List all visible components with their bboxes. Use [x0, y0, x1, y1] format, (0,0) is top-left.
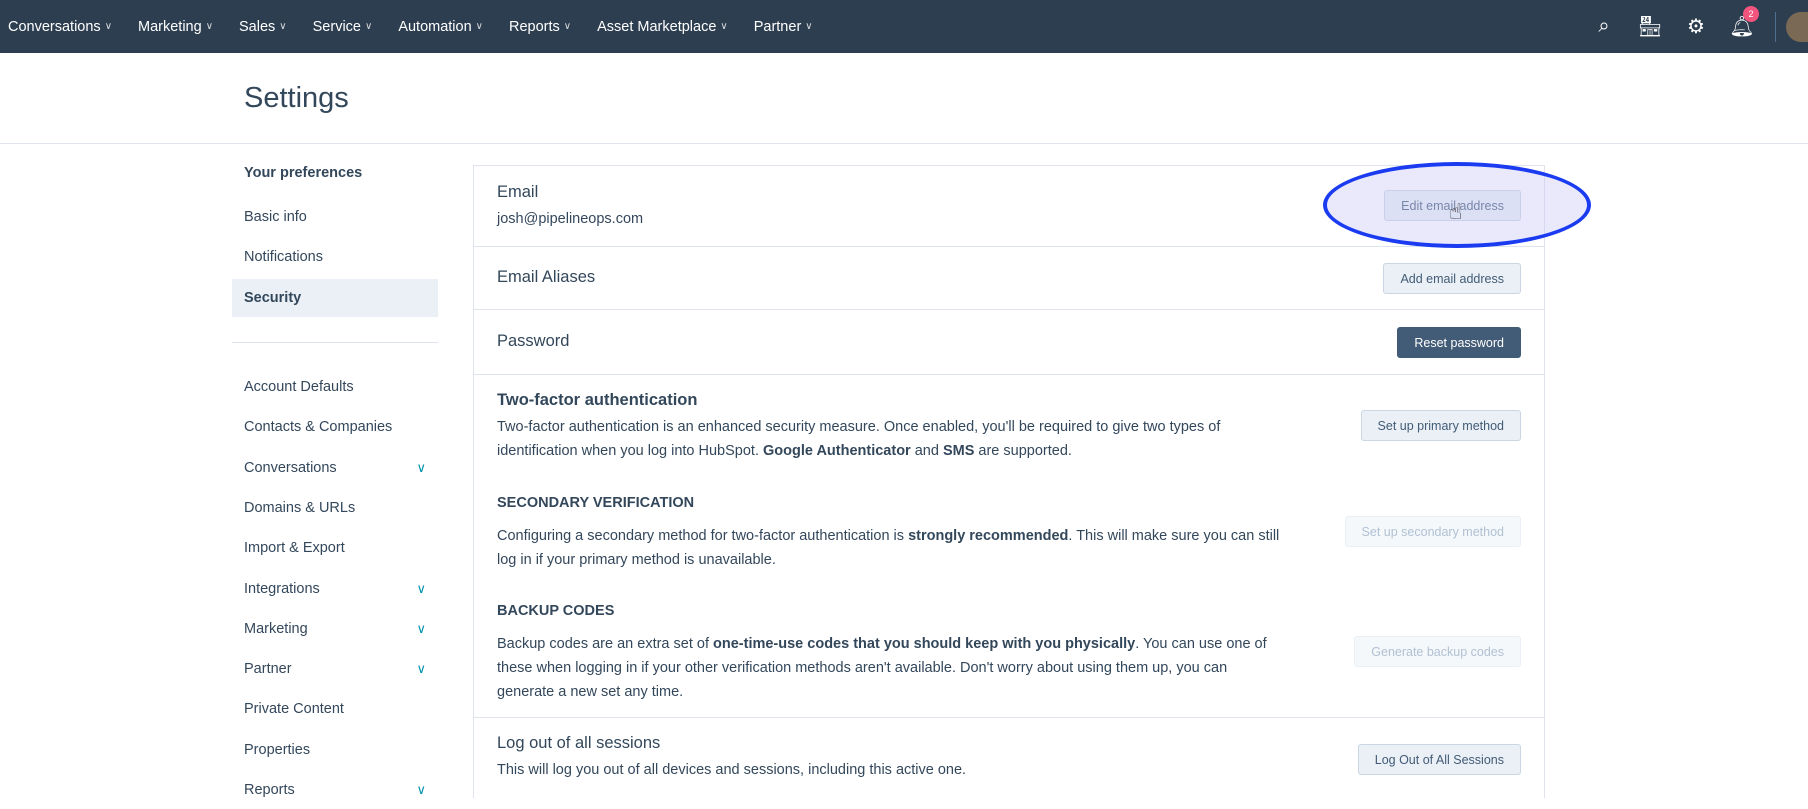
nav-item-asset-marketplace[interactable]: Asset Marketplace ∨ — [597, 19, 728, 35]
search-icon[interactable]: ⌕ — [1581, 15, 1627, 38]
nav-label: Reports — [509, 18, 560, 35]
divider — [1775, 11, 1776, 42]
sidebar-item-notifications[interactable]: Notifications — [232, 238, 438, 276]
logout-title: Log out of all sessions — [497, 734, 661, 752]
twofa-desc: Two-factor authentication is an enhanced… — [497, 419, 1221, 459]
nav-label: Conversations — [8, 18, 101, 35]
gear-icon[interactable]: ⚙ — [1673, 14, 1719, 39]
chevron-down-icon: ∨ — [475, 21, 483, 32]
email-value: josh@pipelineops.com — [497, 211, 644, 227]
password-row: Password Reset password — [474, 310, 1544, 375]
chevron-down-icon: ∨ — [563, 21, 572, 32]
logout-desc: This will log you out of all devices and… — [497, 762, 967, 778]
chevron-down-icon: ∨ — [205, 21, 214, 32]
sidebar-item-basic-info[interactable]: Basic info — [232, 198, 438, 236]
chevron-down-icon[interactable]: ∨ — [416, 661, 426, 677]
email-title: Email — [497, 183, 539, 201]
avatar[interactable] — [1786, 11, 1808, 42]
sidebar-item-label: Contacts & Companies — [244, 419, 393, 436]
backup-desc: Backup codes are an extra set of one-tim… — [497, 636, 1267, 700]
chevron-down-icon: ∨ — [805, 21, 813, 32]
sidebar-item-partner[interactable]: Partner ∨ — [232, 650, 438, 688]
nav-label: Asset Marketplace — [597, 18, 717, 35]
sidebar-item-contacts-companies[interactable]: Contacts & Companies — [232, 408, 438, 446]
logout-all-button[interactable]: Log Out of All Sessions — [1357, 744, 1521, 775]
sidebar-item-marketing[interactable]: Marketing ∨ — [232, 610, 438, 648]
sidebar-item-security[interactable]: Security — [232, 279, 438, 317]
nav-label: Automation — [398, 18, 472, 35]
sidebar-item-label: Account Defaults — [244, 379, 354, 395]
sidebar-item-label: Domains & URLs — [244, 499, 356, 516]
nav-item-conversations[interactable]: Conversations ∨ — [8, 19, 112, 35]
sidebar-item-import-export[interactable]: Import & Export — [232, 529, 438, 567]
page-title: Settings — [244, 82, 349, 114]
sidebar-item-reports[interactable]: Reports ∨ — [232, 771, 438, 809]
chevron-down-icon: ∨ — [104, 21, 113, 32]
chevron-down-icon[interactable]: ∨ — [416, 460, 426, 476]
twofa-title: Two-factor authentication — [497, 391, 698, 409]
security-card: Email josh@pipelineops.com Edit email ad… — [473, 165, 1545, 798]
nav-label: Service — [312, 18, 361, 35]
nav-item-automation[interactable]: Automation ∨ — [398, 19, 483, 35]
nav-label: Sales — [239, 18, 276, 35]
secondary-title: SECONDARY VERIFICATION — [497, 495, 695, 511]
email-aliases-row: Email Aliases Add email address — [474, 247, 1544, 310]
sidebar-item-properties[interactable]: Properties — [232, 731, 438, 769]
sidebar-item-label: Marketing — [244, 620, 308, 637]
sidebar-item-conversations[interactable]: Conversations ∨ — [232, 449, 438, 487]
sidebar-item-account-defaults[interactable]: Account Defaults — [232, 368, 438, 406]
email-row: Email josh@pipelineops.com Edit email ad… — [474, 166, 1544, 247]
sidebar-section-title: Your preferences — [244, 165, 363, 181]
chevron-down-icon: ∨ — [364, 21, 373, 32]
backup-title: BACKUP CODES — [497, 603, 615, 619]
nav-item-reports[interactable]: Reports ∨ — [509, 19, 571, 35]
password-title: Password — [497, 332, 570, 350]
sidebar-item-private-content[interactable]: Private Content — [232, 690, 438, 728]
chevron-down-icon[interactable]: ∨ — [416, 782, 426, 798]
nav-item-marketing[interactable]: Marketing ∨ — [138, 19, 213, 35]
add-email-button[interactable]: Add email address — [1383, 263, 1521, 294]
notification-badge: 2 — [1743, 6, 1759, 22]
reset-password-button[interactable]: Reset password — [1397, 327, 1521, 358]
sidebar-item-label: Private Content — [244, 701, 344, 718]
marketplace-icon[interactable]: 🏪︎ — [1627, 14, 1673, 39]
chevron-down-icon[interactable]: ∨ — [416, 621, 426, 637]
chevron-down-icon: ∨ — [279, 21, 287, 32]
sidebar-item-label: Integrations — [244, 580, 320, 597]
sidebar-item-label: Properties — [244, 741, 311, 758]
nav-item-partner[interactable]: Partner ∨ — [754, 19, 813, 35]
logout-row: Log out of all sessions This will log yo… — [474, 718, 1544, 799]
chevron-down-icon: ∨ — [720, 21, 728, 32]
hand-cursor-icon: ☝︎ — [1449, 199, 1463, 224]
generate-backup-button[interactable]: Generate backup codes — [1354, 636, 1521, 667]
sidebar-item-integrations[interactable]: Integrations ∨ — [232, 570, 438, 608]
nav-label: Partner — [753, 18, 802, 35]
sidebar-item-domains-urls[interactable]: Domains & URLs — [232, 489, 438, 527]
chevron-down-icon[interactable]: ∨ — [416, 581, 426, 597]
sidebar-item-label: Import & Export — [244, 540, 345, 557]
nav-item-sales[interactable]: Sales ∨ — [239, 19, 287, 35]
top-nav: Conversations ∨ Marketing ∨ Sales ∨ Service ∨ Au… — [0, 0, 1808, 53]
setup-secondary-button[interactable]: Set up secondary method — [1344, 516, 1521, 547]
setup-primary-button[interactable]: Set up primary method — [1360, 410, 1521, 441]
nav-label: Marketing — [138, 18, 202, 35]
two-factor-row: Two-factor authentication Two-factor aut… — [474, 375, 1544, 718]
nav-item-service[interactable]: Service ∨ — [313, 19, 373, 35]
aliases-title: Email Aliases — [497, 268, 596, 286]
sidebar-item-label: Conversations — [244, 459, 337, 476]
bell-icon[interactable]: 🔔︎ 2 — [1719, 6, 1765, 39]
secondary-desc: Configuring a secondary method for two-f… — [497, 528, 1280, 568]
sidebar-item-label: Partner — [244, 661, 292, 678]
divider — [0, 143, 1808, 144]
sidebar-item-label: Reports — [244, 782, 295, 798]
divider — [232, 342, 438, 343]
